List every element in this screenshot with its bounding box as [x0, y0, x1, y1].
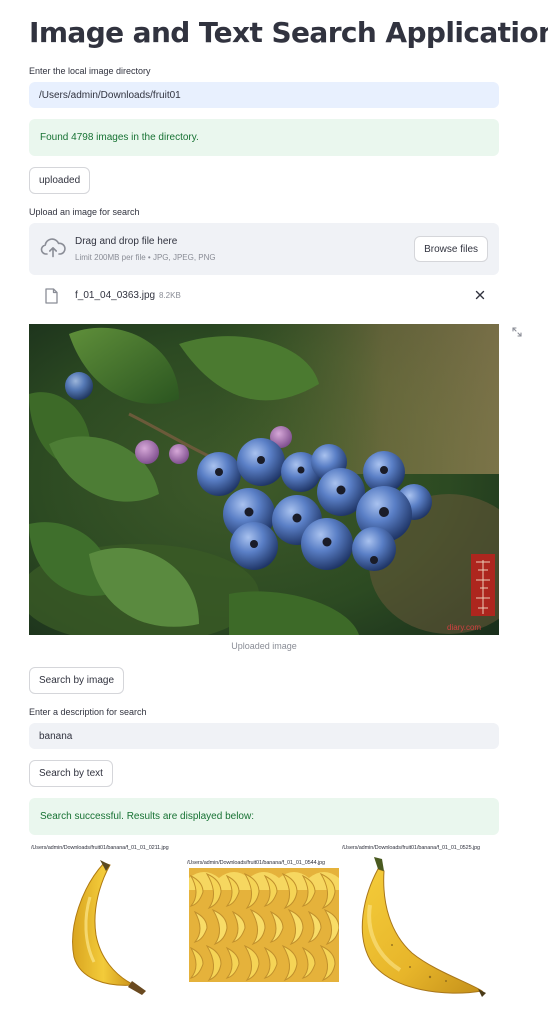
search-by-image-button[interactable]: Search by image	[29, 667, 125, 694]
found-images-text: Found 4798 images in the directory.	[40, 132, 199, 143]
file-icon	[45, 288, 58, 304]
close-icon[interactable]	[473, 288, 487, 302]
uploaded-button[interactable]: uploaded	[29, 167, 91, 194]
file-dropzone[interactable]: Drag and drop file here Limit 200MB per …	[29, 223, 499, 275]
found-images-alert: Found 4798 images in the directory.	[29, 119, 499, 156]
file-size: 8.2KB	[159, 291, 181, 300]
page-title: Image and Text Search Application	[29, 16, 548, 49]
banana-photo-1	[72, 860, 146, 995]
description-input[interactable]	[29, 723, 499, 749]
result-path: /Users/admin/Downloads/fruit01/banana/f_…	[187, 860, 326, 866]
result-image	[64, 857, 164, 997]
result-item: /Users/admin/Downloads/fruit01/banana/f_…	[187, 860, 325, 866]
search-success-alert: Search successful. Results are displayed…	[29, 798, 499, 835]
dropzone-limit: Limit 200MB per file • JPG, JPEG, PNG	[75, 253, 216, 262]
result-image	[189, 868, 339, 982]
dropzone-title: Drag and drop file here	[75, 236, 178, 247]
search-by-text-button[interactable]: Search by text	[29, 760, 113, 787]
result-image	[350, 855, 490, 1000]
image-caption: Uploaded image	[231, 641, 297, 651]
result-path: /Users/admin/Downloads/fruit01/banana/f_…	[342, 845, 481, 851]
fullscreen-icon[interactable]	[511, 326, 523, 338]
result-path: /Users/admin/Downloads/fruit01/banana/f_…	[31, 845, 169, 851]
result-item: /Users/admin/Downloads/fruit01/banana/f_…	[342, 845, 480, 851]
uploaded-file-row: f_01_04_0363.jpg 8.2KB	[29, 284, 499, 308]
banana-bunches-photo	[189, 868, 339, 982]
watermark-text: diary.com	[447, 623, 481, 632]
description-label: Enter a description for search	[29, 707, 147, 717]
directory-label: Enter the local image directory	[29, 66, 151, 76]
file-name: f_01_04_0363.jpg	[75, 290, 156, 301]
browse-files-button[interactable]: Browse files	[414, 236, 488, 262]
search-success-text: Search successful. Results are displayed…	[40, 811, 254, 822]
cloud-upload-icon	[40, 238, 66, 258]
banana-photo-2	[361, 857, 486, 997]
blueberry-photo: diary.com	[29, 324, 499, 635]
result-item: /Users/admin/Downloads/fruit01/banana/f_…	[31, 845, 169, 851]
upload-label: Upload an image for search	[29, 207, 140, 217]
uploaded-image: diary.com	[29, 324, 499, 635]
directory-input[interactable]	[29, 82, 499, 108]
